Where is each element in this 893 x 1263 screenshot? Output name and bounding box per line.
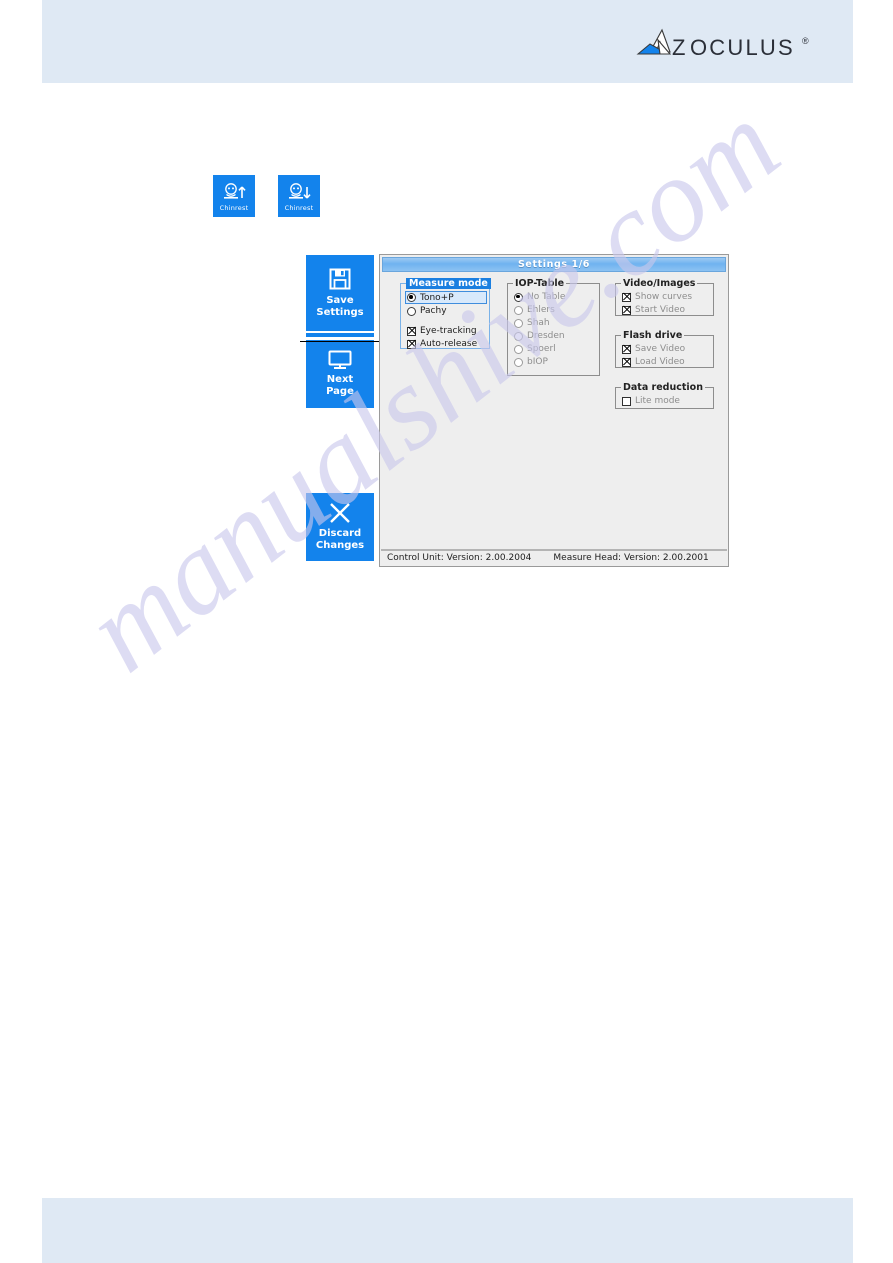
svg-text:OCULUS: OCULUS: [690, 35, 795, 60]
radio-no-table-label: No Table: [527, 292, 566, 302]
checkbox-icon: [407, 326, 416, 336]
group-video-images-legend: Video/Images: [621, 278, 698, 289]
group-iop-table-legend: IOP-Table: [513, 278, 567, 289]
radio-icon: [514, 331, 523, 341]
radio-icon: [407, 306, 416, 316]
radio-ehlers-label: Ehlers: [527, 305, 555, 315]
checkbox-save-video-label: Save Video: [635, 344, 686, 354]
next-page-label: Next Page: [326, 374, 354, 397]
checkbox-icon: [622, 396, 631, 406]
chinrest-down-label: Chinrest: [284, 203, 314, 212]
radio-spoerl-label: Spoerl: [527, 344, 556, 354]
radio-icon: [514, 292, 523, 302]
checkbox-icon: [622, 305, 631, 315]
checkbox-start-video[interactable]: Start Video: [622, 304, 713, 316]
radio-shah-label: Shah: [527, 318, 550, 328]
checkbox-icon: [407, 339, 416, 349]
settings-dialog: Settings 1/6 Measure mode Tono+P Pachy E…: [379, 254, 729, 567]
radio-dresden[interactable]: Dresden: [514, 330, 599, 342]
checkbox-start-video-label: Start Video: [635, 305, 686, 315]
group-data-reduction-legend: Data reduction: [621, 382, 705, 393]
monitor-icon: [327, 350, 353, 370]
chinrest-down-button[interactable]: Chinrest: [278, 175, 320, 217]
svg-text:Z: Z: [672, 35, 685, 60]
checkbox-auto-release-label: Auto-release: [420, 339, 478, 349]
checkbox-lite-mode-label: Lite mode: [635, 396, 680, 406]
radio-spoerl[interactable]: Spoerl: [514, 343, 599, 355]
radio-icon: [514, 357, 523, 367]
floppy-disk-icon: [328, 267, 352, 291]
radio-icon: [407, 293, 416, 302]
radio-biop-label: bIOP: [527, 357, 548, 367]
dialog-title-bar: Settings 1/6: [382, 257, 726, 272]
radio-tono-p-label: Tono+P: [420, 292, 454, 303]
group-flash-drive-legend: Flash drive: [621, 330, 685, 341]
radio-biop[interactable]: bIOP: [514, 356, 599, 368]
radio-icon: [514, 318, 523, 328]
checkbox-save-video[interactable]: Save Video: [622, 343, 713, 355]
button-separator-strip: [306, 333, 374, 337]
control-unit-version: Control Unit: Version: 2.00.2004: [387, 553, 532, 563]
radio-icon: [514, 305, 523, 315]
group-data-reduction: Data reduction Lite mode: [615, 382, 714, 409]
page-footer-band: [42, 1198, 853, 1263]
chinrest-down-icon: [285, 181, 313, 203]
checkbox-show-curves-label: Show curves: [635, 292, 693, 302]
checkbox-show-curves[interactable]: Show curves: [622, 291, 713, 303]
checkbox-eye-tracking-label: Eye-tracking: [420, 326, 477, 336]
checkbox-load-video[interactable]: Load Video: [622, 356, 713, 368]
chinrest-up-icon: [220, 181, 248, 203]
chinrest-up-label: Chinrest: [219, 203, 249, 212]
checkbox-load-video-label: Load Video: [635, 357, 685, 367]
radio-ehlers[interactable]: Ehlers: [514, 304, 599, 316]
chinrest-up-button[interactable]: Chinrest: [213, 175, 255, 217]
radio-pachy[interactable]: Pachy: [407, 305, 489, 317]
save-settings-label: Save Settings: [316, 295, 364, 318]
oculus-logo-icon: Z OCULUS ®: [636, 28, 809, 60]
checkbox-icon: [622, 292, 631, 302]
group-video-images: Video/Images Show curves Start Video: [615, 278, 714, 316]
radio-shah[interactable]: Shah: [514, 317, 599, 329]
group-measure-mode-legend: Measure mode: [406, 278, 491, 289]
radio-no-table[interactable]: No Table: [514, 291, 599, 303]
checkbox-icon: [622, 344, 631, 354]
discard-changes-label: Discard Changes: [315, 528, 365, 551]
radio-pachy-label: Pachy: [420, 306, 447, 316]
close-x-icon: [328, 502, 352, 524]
svg-text:®: ®: [802, 36, 809, 46]
radio-dresden-label: Dresden: [527, 331, 565, 341]
group-iop-table: IOP-Table No Table Ehlers Shah Dresden S…: [507, 278, 600, 376]
group-flash-drive: Flash drive Save Video Load Video: [615, 330, 714, 368]
discard-changes-button[interactable]: Discard Changes: [306, 493, 374, 561]
dialog-status-bar: Control Unit: Version: 2.00.2004 Measure…: [381, 549, 727, 565]
measure-head-version: Measure Head: Version: 2.00.2001: [553, 553, 709, 563]
radio-tono-p[interactable]: Tono+P: [405, 291, 487, 304]
next-page-button[interactable]: Next Page: [306, 340, 374, 408]
checkbox-icon: [622, 357, 631, 367]
save-settings-button[interactable]: Save Settings: [306, 255, 374, 331]
checkbox-lite-mode[interactable]: Lite mode: [622, 395, 713, 407]
group-measure-mode: Measure mode Tono+P Pachy Eye-tracking A…: [400, 278, 491, 350]
oculus-logo: Z OCULUS ®: [634, 28, 814, 62]
checkbox-auto-release[interactable]: Auto-release: [407, 338, 489, 350]
radio-icon: [514, 344, 523, 354]
dialog-body: Measure mode Tono+P Pachy Eye-tracking A…: [380, 273, 728, 546]
checkbox-eye-tracking[interactable]: Eye-tracking: [407, 325, 489, 337]
